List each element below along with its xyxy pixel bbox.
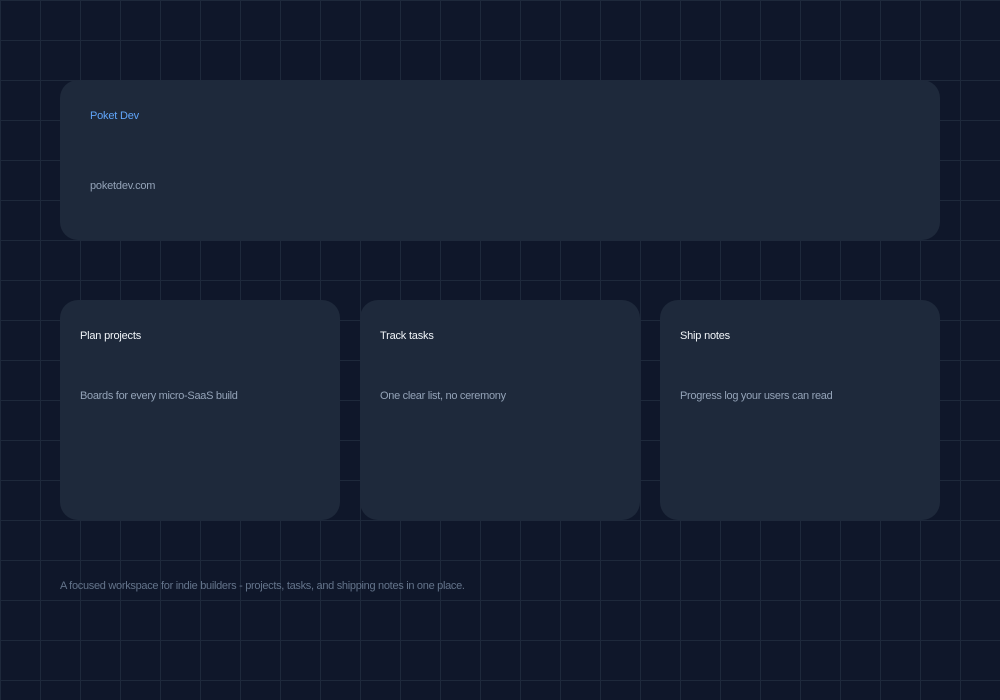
feature-title: Ship notes: [680, 330, 730, 342]
feature-title: Plan projects: [80, 330, 141, 342]
feature-description: Progress log your users can read: [680, 390, 833, 402]
hero-card: Poket Dev poketdev.com: [60, 80, 940, 240]
feature-card-track-tasks: Track tasks One clear list, no ceremony: [360, 300, 640, 520]
feature-card-ship-notes: Ship notes Progress log your users can r…: [660, 300, 940, 520]
feature-title: Track tasks: [380, 330, 434, 342]
feature-card-plan-projects: Plan projects Boards for every micro-Saa…: [60, 300, 340, 520]
footer-tagline: A focused workspace for indie builders -…: [60, 580, 465, 592]
brand-name: Poket Dev: [90, 110, 139, 122]
feature-description: One clear list, no ceremony: [380, 390, 506, 402]
site-domain: poketdev.com: [90, 180, 156, 192]
feature-description: Boards for every micro-SaaS build: [80, 390, 238, 402]
